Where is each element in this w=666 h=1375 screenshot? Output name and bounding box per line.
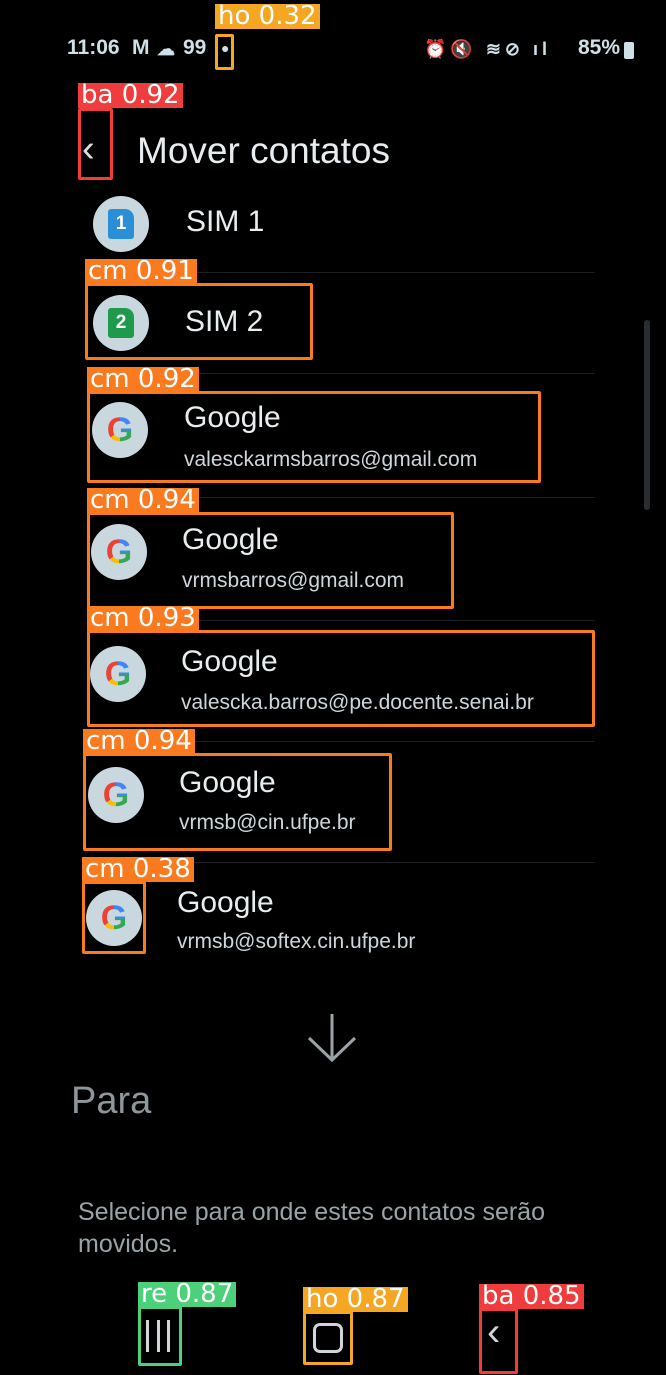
status-time: 11:06 xyxy=(67,36,120,59)
detection-label: cm 0.94 xyxy=(87,487,199,513)
divider xyxy=(180,741,595,742)
section-description: Selecione para onde estes contatos serão… xyxy=(78,1198,545,1258)
detection-label: ba 0.85 xyxy=(479,1283,584,1309)
arrow-down-icon xyxy=(307,1014,357,1063)
detection-box xyxy=(303,1311,353,1365)
divider xyxy=(180,373,595,374)
gmail-icon: M xyxy=(132,36,150,59)
detection-label: re 0.87 xyxy=(138,1281,237,1307)
account-email: vrmsb@softex.cin.ufpe.br xyxy=(177,930,416,953)
notification-count: 99 xyxy=(183,36,207,59)
account-name: SIM 1 xyxy=(186,205,265,238)
detection-label: cm 0.94 xyxy=(83,728,195,754)
detection-box xyxy=(479,1308,518,1374)
detection-label: ho 0.32 xyxy=(215,3,320,29)
detection-box xyxy=(87,391,541,483)
scrollbar[interactable] xyxy=(644,320,650,510)
detection-label: cm 0.92 xyxy=(87,366,199,392)
divider xyxy=(180,497,595,498)
account-name: Google xyxy=(177,886,274,919)
detection-box xyxy=(215,34,234,70)
divider xyxy=(180,620,595,621)
battery-level: 85% xyxy=(578,36,621,59)
detection-label: cm 0.38 xyxy=(82,856,194,882)
detection-box xyxy=(87,512,454,609)
detection-label: cm 0.93 xyxy=(87,605,199,631)
detection-label: ho 0.87 xyxy=(303,1286,408,1312)
divider xyxy=(180,862,595,863)
battery-icon xyxy=(624,42,634,59)
detection-label: ba 0.92 xyxy=(78,82,183,108)
sim-1-icon: 1 xyxy=(93,196,149,252)
page-title: Mover contatos xyxy=(137,130,390,171)
section-title: Para xyxy=(71,1080,152,1122)
detection-box xyxy=(85,283,313,360)
detection-box xyxy=(138,1306,182,1366)
cloud-icon: ☁ xyxy=(157,39,175,59)
status-icons: ⏰🔇 ≋⊘ ıl xyxy=(424,39,551,59)
detection-label: cm 0.91 xyxy=(85,258,197,284)
detection-box xyxy=(82,881,146,954)
divider xyxy=(180,272,595,273)
list-item-sim1[interactable]: 1 xyxy=(93,196,149,252)
detection-box xyxy=(78,108,113,180)
detection-box xyxy=(83,753,392,851)
detection-box xyxy=(87,630,595,727)
